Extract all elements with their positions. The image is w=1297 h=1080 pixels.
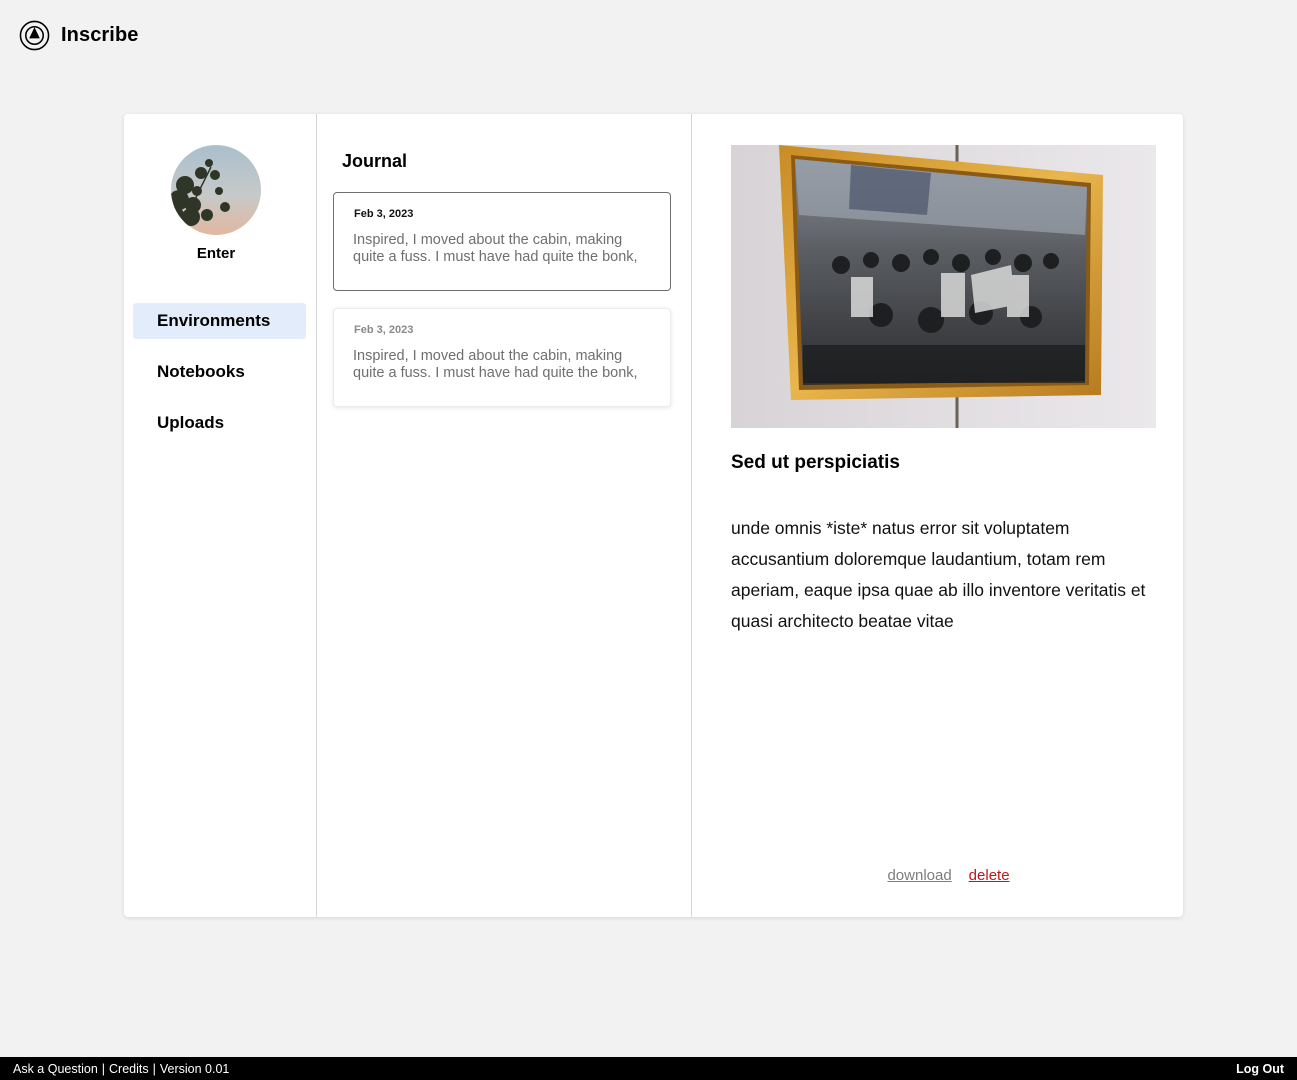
entry-date: Feb 3, 2023 bbox=[354, 324, 414, 336]
journal-title: Journal bbox=[342, 151, 408, 171]
profile-sidebar: Enter Environments Notebooks Uploads bbox=[124, 114, 317, 917]
footer-separator: | bbox=[101, 1061, 106, 1076]
sidebar-nav: Environments Notebooks Uploads bbox=[133, 303, 306, 456]
journal-entry-card[interactable]: Feb 3, 2023 Inspired, I moved about the … bbox=[333, 308, 671, 407]
avatar[interactable] bbox=[171, 145, 261, 235]
footer-separator: | bbox=[152, 1061, 156, 1076]
credits-link[interactable]: Credits bbox=[109, 1062, 149, 1076]
version-label: Version 0.01 bbox=[159, 1061, 230, 1076]
delete-link[interactable]: delete bbox=[969, 867, 1010, 884]
download-link[interactable]: download bbox=[887, 867, 951, 884]
sidebar-item-notebooks[interactable]: Notebooks bbox=[133, 354, 306, 390]
journal-list-panel: Journal Feb 3, 2023 Inspired, I moved ab… bbox=[317, 114, 692, 917]
entry-actions: download delete bbox=[692, 867, 1183, 884]
app-header: Inscribe bbox=[19, 19, 139, 51]
entry-detail-panel: Sed ut perspiciatis unde omnis *iste* na… bbox=[692, 114, 1183, 917]
footer-bar: Ask a Question | Credits | Version 0.01 Log … bbox=[0, 1057, 1297, 1080]
inscribe-logo-icon[interactable] bbox=[19, 20, 50, 51]
logout-button[interactable]: Log Out bbox=[1236, 1062, 1284, 1076]
entry-title: Sed ut perspiciatis bbox=[731, 452, 900, 473]
profile-name[interactable]: Enter bbox=[124, 245, 308, 262]
main-card: Enter Environments Notebooks Uploads Jou… bbox=[124, 114, 1183, 917]
sidebar-item-uploads[interactable]: Uploads bbox=[133, 405, 306, 441]
entry-preview: Inspired, I moved about the cabin, makin… bbox=[353, 348, 638, 381]
app-title[interactable]: Inscribe bbox=[61, 24, 139, 47]
entry-image[interactable] bbox=[731, 145, 1156, 428]
entry-preview: Inspired, I moved about the cabin, makin… bbox=[353, 232, 638, 265]
journal-entry-card[interactable]: Feb 3, 2023 Inspired, I moved about the … bbox=[333, 192, 671, 291]
ask-question-link[interactable]: Ask a Question bbox=[13, 1062, 98, 1076]
entry-date: Feb 3, 2023 bbox=[354, 208, 414, 220]
sidebar-item-environments[interactable]: Environments bbox=[133, 303, 306, 339]
footer-links: Ask a Question | Credits | Version 0.01 bbox=[13, 1062, 229, 1076]
entry-body: unde omnis *iste* natus error sit volupt… bbox=[731, 518, 1146, 631]
